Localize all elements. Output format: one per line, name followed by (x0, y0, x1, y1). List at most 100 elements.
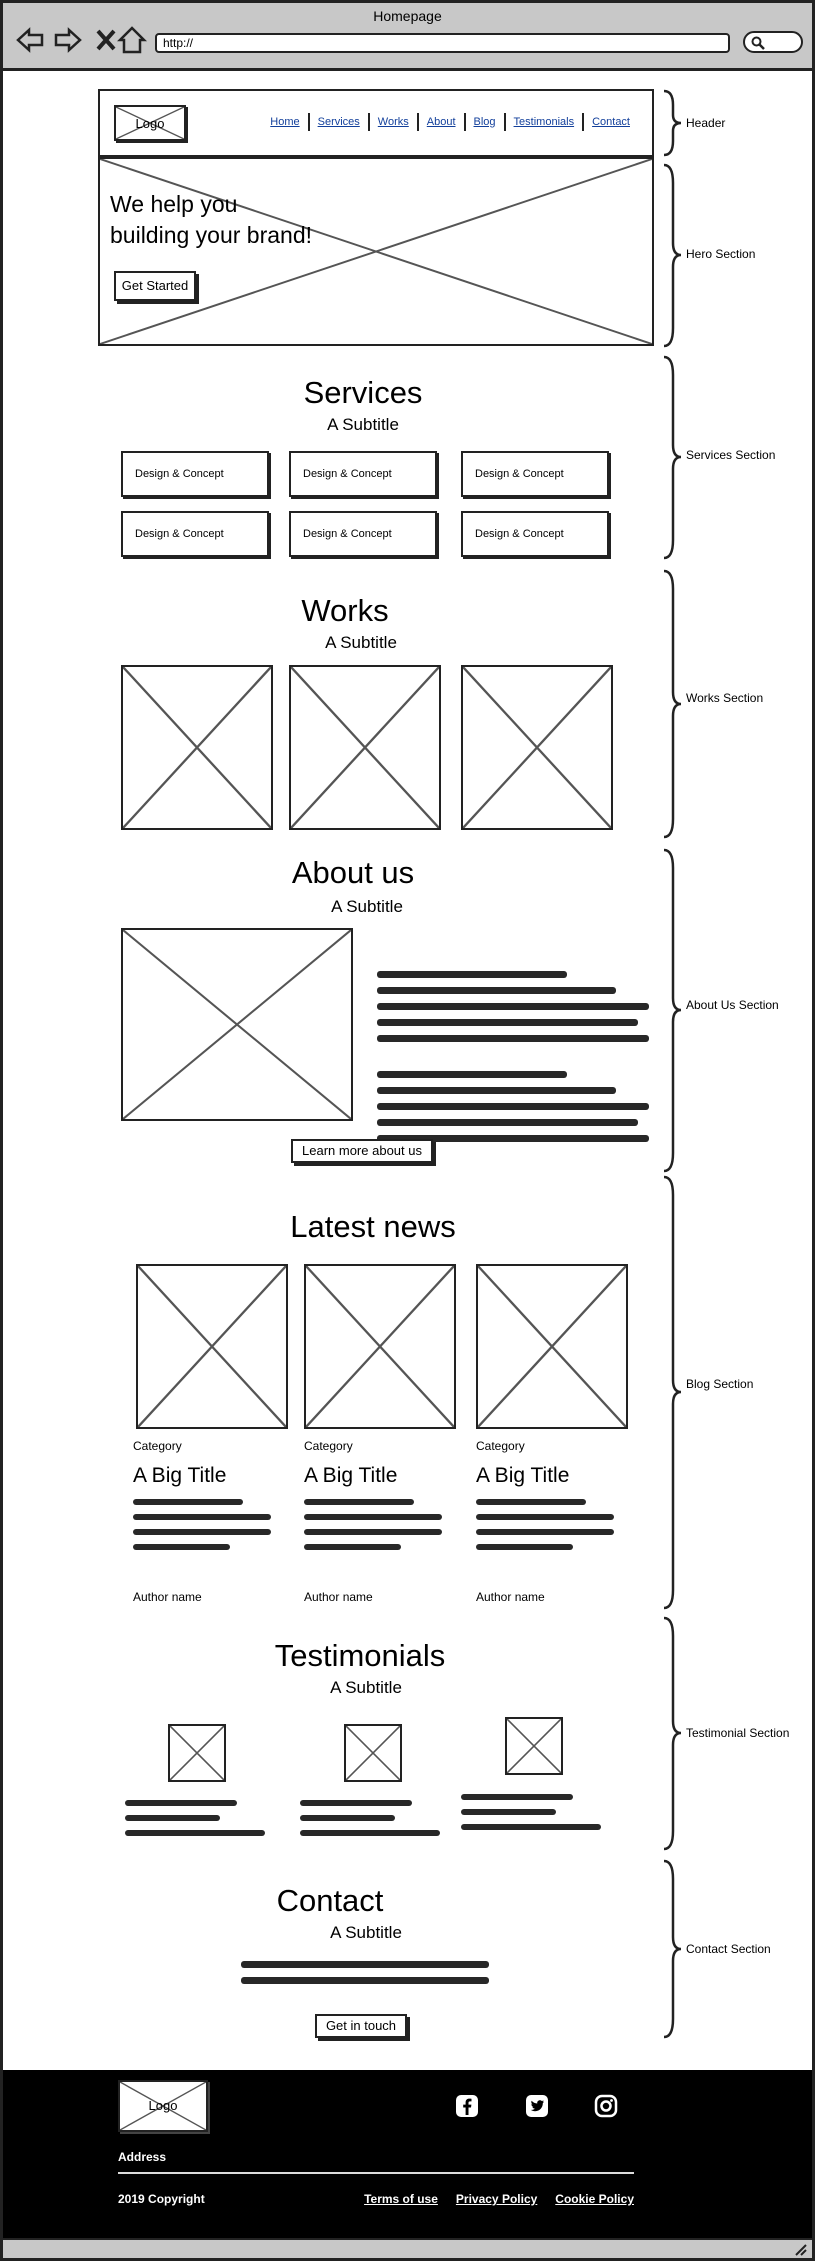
work-image[interactable] (461, 665, 613, 830)
footer-links: Terms of use Privacy Policy Cookie Polic… (364, 2192, 634, 2206)
browser-title: Homepage (373, 8, 442, 24)
brace-about (663, 848, 682, 1173)
annotation-testimonials: Testimonial Section (686, 1726, 790, 1740)
annotation-services: Services Section (686, 448, 776, 462)
news-title[interactable]: A Big Title (476, 1464, 569, 1488)
hero-title: We help you building your brand! (110, 189, 370, 251)
news-category: Category (304, 1439, 353, 1453)
brace-works (663, 569, 682, 839)
home-icon[interactable] (117, 25, 147, 55)
header-logo[interactable]: Logo (114, 105, 186, 141)
service-card[interactable]: Design & Concept (289, 451, 437, 497)
browser-chrome: Homepage http:// (3, 3, 812, 71)
browser-status-bar (3, 2238, 812, 2258)
service-card[interactable]: Design & Concept (121, 451, 269, 497)
news-excerpt (476, 1499, 614, 1559)
site-footer: Logo Address 2019 Copyright Terms of use… (3, 2070, 812, 2242)
news-title[interactable]: A Big Title (133, 1464, 226, 1488)
image-placeholder-icon (463, 667, 611, 828)
twitter-icon[interactable] (525, 2094, 549, 2118)
service-card[interactable]: Design & Concept (461, 451, 609, 497)
resize-grip-icon[interactable] (792, 2242, 808, 2256)
annotation-header: Header (686, 116, 726, 130)
nav-about[interactable]: About (419, 113, 466, 131)
work-image[interactable] (121, 665, 273, 830)
learn-more-button[interactable]: Learn more about us (291, 1139, 433, 1163)
search-icon (751, 36, 765, 50)
service-card[interactable]: Design & Concept (461, 511, 609, 557)
forward-arrow-icon[interactable] (53, 25, 83, 55)
about-image (121, 928, 353, 1121)
image-placeholder-icon (123, 667, 271, 828)
service-card[interactable]: Design & Concept (121, 511, 269, 557)
news-image[interactable] (136, 1264, 288, 1429)
image-placeholder-icon (138, 1266, 286, 1427)
footer-address: Address (118, 2150, 167, 2164)
main-nav: Home Services Works About Blog Testimoni… (262, 113, 638, 131)
annotation-about: About Us Section (686, 998, 779, 1012)
facebook-icon[interactable] (455, 2094, 479, 2118)
brace-blog (663, 1175, 682, 1610)
footer-divider (118, 2172, 634, 2174)
nav-contact[interactable]: Contact (584, 113, 638, 131)
news-image[interactable] (476, 1264, 628, 1429)
testimonial-avatar (505, 1717, 563, 1775)
testimonials-title: Testimonials (274, 1638, 446, 1673)
testimonial-avatar (344, 1724, 402, 1782)
services-title: Services (303, 375, 423, 410)
testimonial-quote (461, 1794, 601, 1839)
service-card[interactable]: Design & Concept (289, 511, 437, 557)
back-arrow-icon[interactable] (15, 25, 45, 55)
image-placeholder-icon (306, 1266, 454, 1427)
contact-title: Contact (276, 1883, 384, 1918)
news-image[interactable] (304, 1264, 456, 1429)
testimonial-quote (300, 1800, 440, 1845)
testimonials-subtitle: A Subtitle (330, 1678, 402, 1697)
nav-blog[interactable]: Blog (466, 113, 506, 131)
annotation-hero: Hero Section (686, 247, 756, 261)
news-author: Author name (476, 1590, 545, 1604)
site-header: Logo Home Services Works About Blog Test… (98, 89, 654, 157)
address-bar[interactable]: http:// (155, 33, 730, 53)
news-author: Author name (304, 1590, 373, 1604)
testimonial-quote (125, 1800, 265, 1845)
footer-link-cookie[interactable]: Cookie Policy (555, 2192, 634, 2206)
image-placeholder-icon (507, 1719, 561, 1773)
brace-hero (663, 163, 682, 348)
get-started-button[interactable]: Get Started (114, 271, 196, 301)
news-title[interactable]: A Big Title (304, 1464, 397, 1488)
get-in-touch-button[interactable]: Get in touch (315, 2014, 407, 2038)
nav-works[interactable]: Works (370, 113, 419, 131)
annotation-contact: Contact Section (686, 1942, 771, 1956)
brace-testimonials (663, 1616, 682, 1851)
brace-contact (663, 1859, 682, 2039)
news-author: Author name (133, 1590, 202, 1604)
work-image[interactable] (289, 665, 441, 830)
footer-logo[interactable]: Logo (118, 2080, 208, 2132)
browser-search[interactable] (743, 31, 803, 53)
image-placeholder-icon (123, 930, 351, 1119)
image-placeholder-icon (291, 667, 439, 828)
news-excerpt (133, 1499, 271, 1559)
footer-link-privacy[interactable]: Privacy Policy (456, 2192, 537, 2206)
instagram-icon[interactable] (594, 2094, 618, 2118)
contact-text (241, 1961, 489, 1993)
contact-subtitle: A Subtitle (330, 1923, 402, 1942)
image-placeholder-icon (478, 1266, 626, 1427)
image-placeholder-icon (170, 1726, 224, 1780)
news-excerpt (304, 1499, 442, 1559)
about-paragraph-1 (377, 971, 649, 1051)
works-title: Works (301, 593, 389, 628)
footer-copyright: 2019 Copyright (118, 2192, 205, 2206)
footer-link-terms[interactable]: Terms of use (364, 2192, 438, 2206)
about-title: About us (291, 855, 415, 890)
testimonial-avatar (168, 1724, 226, 1782)
news-category: Category (133, 1439, 182, 1453)
nav-home[interactable]: Home (262, 113, 310, 131)
services-subtitle: A Subtitle (327, 415, 399, 434)
works-subtitle: A Subtitle (325, 633, 397, 652)
hero-title-line1: We help you (110, 191, 238, 217)
nav-services[interactable]: Services (310, 113, 370, 131)
brace-header (663, 89, 682, 157)
nav-testimonials[interactable]: Testimonials (506, 113, 585, 131)
